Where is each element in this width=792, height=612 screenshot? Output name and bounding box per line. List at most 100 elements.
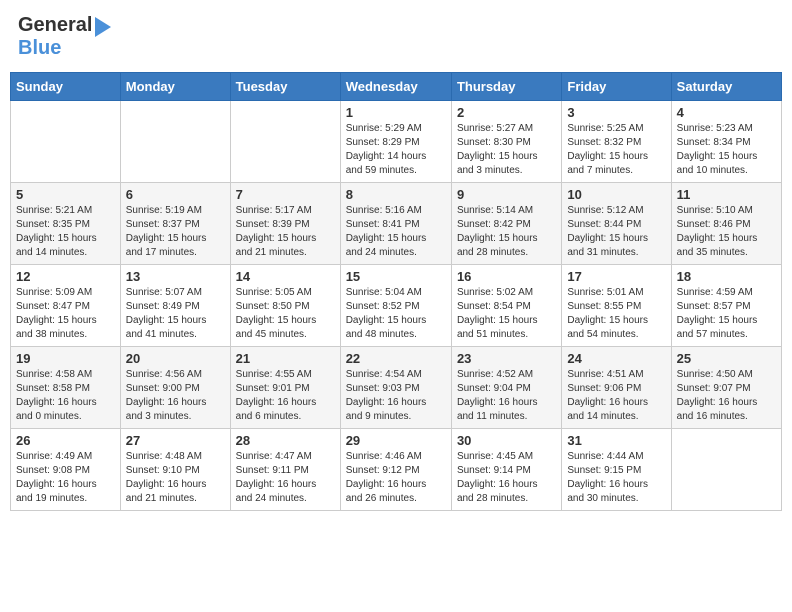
day-number: 26: [16, 433, 115, 448]
calendar-header-row: SundayMondayTuesdayWednesdayThursdayFrid…: [11, 73, 782, 101]
calendar-cell: 4 Sunrise: 5:23 AM Sunset: 8:34 PM Daylig…: [671, 101, 781, 183]
day-number: 7: [236, 187, 335, 202]
day-number: 29: [346, 433, 446, 448]
calendar-cell: 26Sunrise: 4:49 AM Sunset: 9:08 PM Dayli…: [11, 429, 121, 511]
day-number: 21: [236, 351, 335, 366]
day-info: Sunrise: 4:56 AM Sunset: 9:00 PM Dayligh…: [126, 368, 225, 424]
day-info: Sunrise: 5:16 AM Sunset: 8:41 PM Dayligh…: [346, 204, 446, 260]
calendar-cell: [230, 101, 340, 183]
calendar-cell: 14 Sunrise: 5:05 AM Sunset: 8:50 PM Dayli…: [230, 265, 340, 347]
day-number: 8: [346, 187, 446, 202]
calendar-cell: 15 Sunrise: 5:04 AM Sunset: 8:52 PM Dayli…: [340, 265, 451, 347]
day-info: Sunrise: 5:12 AM Sunset: 8:44 PM Dayligh…: [567, 204, 665, 260]
day-info: Sunrise: 5:23 AM Sunset: 8:34 PM Dayligh…: [677, 122, 776, 178]
day-of-week-header: Wednesday: [340, 73, 451, 101]
day-number: 17: [567, 269, 665, 284]
day-info: Sunrise: 4:54 AM Sunset: 9:03 PM Dayligh…: [346, 368, 446, 424]
day-of-week-header: Sunday: [11, 73, 121, 101]
day-number: 24: [567, 351, 665, 366]
day-info: Sunrise: 5:27 AM Sunset: 8:30 PM Dayligh…: [457, 122, 556, 178]
calendar-cell: 24 Sunrise: 4:51 AM Sunset: 9:06 PM Dayli…: [562, 347, 671, 429]
calendar-cell: 5 Sunrise: 5:21 AM Sunset: 8:35 PM Daylig…: [11, 183, 121, 265]
day-of-week-header: Monday: [120, 73, 230, 101]
calendar-cell: 25Sunrise: 4:50 AM Sunset: 9:07 PM Dayli…: [671, 347, 781, 429]
day-number: 28: [236, 433, 335, 448]
day-info: Sunrise: 4:47 AM Sunset: 9:11 PM Dayligh…: [236, 450, 335, 506]
calendar-cell: 20 Sunrise: 4:56 AM Sunset: 9:00 PM Dayli…: [120, 347, 230, 429]
day-info: Sunrise: 4:51 AM Sunset: 9:06 PM Dayligh…: [567, 368, 665, 424]
day-of-week-header: Tuesday: [230, 73, 340, 101]
day-number: 3: [567, 105, 665, 120]
calendar-cell: 12 Sunrise: 5:09 AM Sunset: 8:47 PM Dayli…: [11, 265, 121, 347]
calendar-cell: 6 Sunrise: 5:19 AM Sunset: 8:37 PM Daylig…: [120, 183, 230, 265]
day-info: Sunrise: 5:04 AM Sunset: 8:52 PM Dayligh…: [346, 286, 446, 342]
calendar-cell: 10 Sunrise: 5:12 AM Sunset: 8:44 PM Dayli…: [562, 183, 671, 265]
day-of-week-header: Friday: [562, 73, 671, 101]
day-of-week-header: Thursday: [451, 73, 561, 101]
day-number: 2: [457, 105, 556, 120]
calendar-cell: 23 Sunrise: 4:52 AM Sunset: 9:04 PM Dayli…: [451, 347, 561, 429]
day-info: Sunrise: 5:01 AM Sunset: 8:55 PM Dayligh…: [567, 286, 665, 342]
day-info: Sunrise: 4:50 AM Sunset: 9:07 PM Dayligh…: [677, 368, 776, 424]
day-info: Sunrise: 5:02 AM Sunset: 8:54 PM Dayligh…: [457, 286, 556, 342]
calendar-week-row: 1 Sunrise: 5:29 AM Sunset: 8:29 PM Daylig…: [11, 101, 782, 183]
day-number: 14: [236, 269, 335, 284]
day-number: 5: [16, 187, 115, 202]
day-info: Sunrise: 5:19 AM Sunset: 8:37 PM Dayligh…: [126, 204, 225, 260]
day-number: 13: [126, 269, 225, 284]
calendar-cell: 18 Sunrise: 4:59 AM Sunset: 8:57 PM Dayli…: [671, 265, 781, 347]
day-number: 4: [677, 105, 776, 120]
day-number: 18: [677, 269, 776, 284]
day-info: Sunrise: 5:09 AM Sunset: 8:47 PM Dayligh…: [16, 286, 115, 342]
calendar-cell: [120, 101, 230, 183]
day-number: 10: [567, 187, 665, 202]
day-info: Sunrise: 5:05 AM Sunset: 8:50 PM Dayligh…: [236, 286, 335, 342]
day-number: 16: [457, 269, 556, 284]
calendar-cell: 28 Sunrise: 4:47 AM Sunset: 9:11 PM Dayli…: [230, 429, 340, 511]
day-info: Sunrise: 4:52 AM Sunset: 9:04 PM Dayligh…: [457, 368, 556, 424]
calendar-cell: 8 Sunrise: 5:16 AM Sunset: 8:41 PM Daylig…: [340, 183, 451, 265]
day-info: Sunrise: 4:59 AM Sunset: 8:57 PM Dayligh…: [677, 286, 776, 342]
calendar-cell: 21 Sunrise: 4:55 AM Sunset: 9:01 PM Dayli…: [230, 347, 340, 429]
calendar-cell: [671, 429, 781, 511]
calendar-cell: 29 Sunrise: 4:46 AM Sunset: 9:12 PM Dayli…: [340, 429, 451, 511]
day-number: 20: [126, 351, 225, 366]
day-info: Sunrise: 4:55 AM Sunset: 9:01 PM Dayligh…: [236, 368, 335, 424]
day-number: 31: [567, 433, 665, 448]
logo-blue-text: Blue: [18, 37, 61, 59]
day-number: 19: [16, 351, 115, 366]
calendar-week-row: 26Sunrise: 4:49 AM Sunset: 9:08 PM Dayli…: [11, 429, 782, 511]
day-info: Sunrise: 5:07 AM Sunset: 8:49 PM Dayligh…: [126, 286, 225, 342]
day-info: Sunrise: 5:17 AM Sunset: 8:39 PM Dayligh…: [236, 204, 335, 260]
day-of-week-header: Saturday: [671, 73, 781, 101]
calendar-cell: 3 Sunrise: 5:25 AM Sunset: 8:32 PM Daylig…: [562, 101, 671, 183]
day-info: Sunrise: 4:44 AM Sunset: 9:15 PM Dayligh…: [567, 450, 665, 506]
calendar-week-row: 19Sunrise: 4:58 AM Sunset: 8:58 PM Dayli…: [11, 347, 782, 429]
day-number: 6: [126, 187, 225, 202]
day-number: 15: [346, 269, 446, 284]
calendar-cell: 9Sunrise: 5:14 AM Sunset: 8:42 PM Daylig…: [451, 183, 561, 265]
day-number: 11: [677, 187, 776, 202]
calendar-week-row: 12 Sunrise: 5:09 AM Sunset: 8:47 PM Dayli…: [11, 265, 782, 347]
day-info: Sunrise: 5:14 AM Sunset: 8:42 PM Dayligh…: [457, 204, 556, 260]
day-info: Sunrise: 5:25 AM Sunset: 8:32 PM Dayligh…: [567, 122, 665, 178]
day-number: 12: [16, 269, 115, 284]
day-info: Sunrise: 4:46 AM Sunset: 9:12 PM Dayligh…: [346, 450, 446, 506]
day-number: 23: [457, 351, 556, 366]
calendar-cell: 27Sunrise: 4:48 AM Sunset: 9:10 PM Dayli…: [120, 429, 230, 511]
calendar-cell: 30 Sunrise: 4:45 AM Sunset: 9:14 PM Dayli…: [451, 429, 561, 511]
day-number: 1: [346, 105, 446, 120]
calendar-cell: 1 Sunrise: 5:29 AM Sunset: 8:29 PM Daylig…: [340, 101, 451, 183]
day-info: Sunrise: 4:45 AM Sunset: 9:14 PM Dayligh…: [457, 450, 556, 506]
day-info: Sunrise: 4:48 AM Sunset: 9:10 PM Dayligh…: [126, 450, 225, 506]
logo-arrow-icon: [95, 17, 111, 37]
day-number: 22: [346, 351, 446, 366]
calendar-table: SundayMondayTuesdayWednesdayThursdayFrid…: [10, 72, 782, 511]
calendar-cell: 13 Sunrise: 5:07 AM Sunset: 8:49 PM Dayli…: [120, 265, 230, 347]
day-info: Sunrise: 5:10 AM Sunset: 8:46 PM Dayligh…: [677, 204, 776, 260]
day-number: 30: [457, 433, 556, 448]
day-info: Sunrise: 5:21 AM Sunset: 8:35 PM Dayligh…: [16, 204, 115, 260]
logo-general-text: General: [18, 14, 92, 37]
day-info: Sunrise: 5:29 AM Sunset: 8:29 PM Dayligh…: [346, 122, 446, 178]
calendar-cell: 19Sunrise: 4:58 AM Sunset: 8:58 PM Dayli…: [11, 347, 121, 429]
